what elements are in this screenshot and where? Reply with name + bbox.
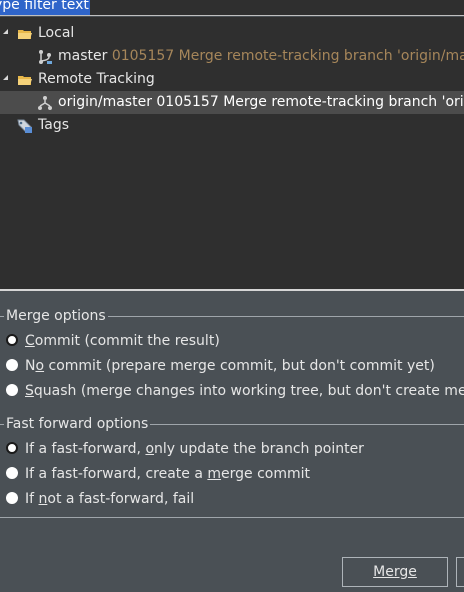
- expand-arrow-icon[interactable]: [3, 29, 8, 34]
- tree-label-tags: Tags: [38, 117, 69, 133]
- filter-input[interactable]: ype filter text: [0, 0, 464, 16]
- mnemonic: o: [35, 358, 45, 374]
- cancel-button[interactable]: [456, 557, 464, 587]
- radio-label-prefix: If a fast-forward, create a: [25, 466, 208, 482]
- branch-name-master: master: [58, 48, 108, 64]
- radio-label-prefix: If: [25, 491, 39, 507]
- tree-node-local[interactable]: Local: [0, 22, 464, 45]
- radio-circle[interactable]: [6, 384, 18, 396]
- radio-label-prefix: N: [25, 358, 36, 374]
- tree-node-origin-master[interactable]: origin/master 0105157 Merge remote-track…: [0, 91, 464, 114]
- merge-button-label: Merge: [373, 564, 417, 580]
- branch-name-origin-master: origin/master 0105157 Merge remote-track…: [58, 94, 464, 110]
- filter-text: ype filter text: [0, 0, 90, 15]
- tree-node-tags[interactable]: Tags: [0, 114, 464, 137]
- folder-icon: [18, 76, 32, 85]
- tree-label-local: Local: [38, 25, 75, 41]
- tree-node-master[interactable]: master 0105157 Merge remote-tracking bra…: [0, 45, 464, 68]
- radio-circle[interactable]: [6, 334, 18, 346]
- mnemonic: o: [145, 441, 155, 457]
- radio-circle[interactable]: [6, 467, 18, 479]
- radio-label-prefix: If a fast-forward,: [25, 441, 146, 457]
- tree-node-remote-tracking[interactable]: Remote Tracking: [0, 68, 464, 91]
- commit-detail-master: 0105157 Merge remote-tracking branch 'or…: [111, 48, 464, 64]
- branch-icon: [39, 50, 52, 64]
- merge-options-title: Merge options: [4, 307, 108, 325]
- fast-forward-options-title: Fast forward options: [4, 415, 151, 433]
- radio-label-squash: quash (merge changes into working tree, …: [33, 383, 464, 399]
- mnemonic: S: [25, 383, 34, 399]
- radio-circle[interactable]: [6, 492, 18, 504]
- merge-button[interactable]: Merge: [342, 557, 448, 587]
- radio-label-ff-fail: ot a fast-forward, fail: [47, 491, 195, 507]
- radio-label-commit: ommit (commit the result): [34, 333, 220, 349]
- tags-icon: [17, 119, 32, 133]
- remote-branch-icon: [38, 96, 52, 110]
- radio-circle[interactable]: [6, 359, 18, 371]
- mnemonic: C: [25, 333, 35, 349]
- folder-icon: [18, 30, 32, 39]
- radio-label-ff-only: nly update the branch pointer: [154, 441, 364, 457]
- mnemonic: m: [207, 466, 222, 482]
- branch-tree[interactable]: Local master 0105157 Merge remote-tracki…: [0, 17, 464, 291]
- expand-arrow-icon[interactable]: [3, 75, 8, 80]
- tree-label-remote-tracking: Remote Tracking: [38, 71, 155, 87]
- radio-circle[interactable]: [6, 442, 18, 454]
- radio-label-ff-create: erge commit: [221, 466, 311, 482]
- radio-label-no-commit: commit (prepare merge commit, but don't …: [44, 358, 435, 374]
